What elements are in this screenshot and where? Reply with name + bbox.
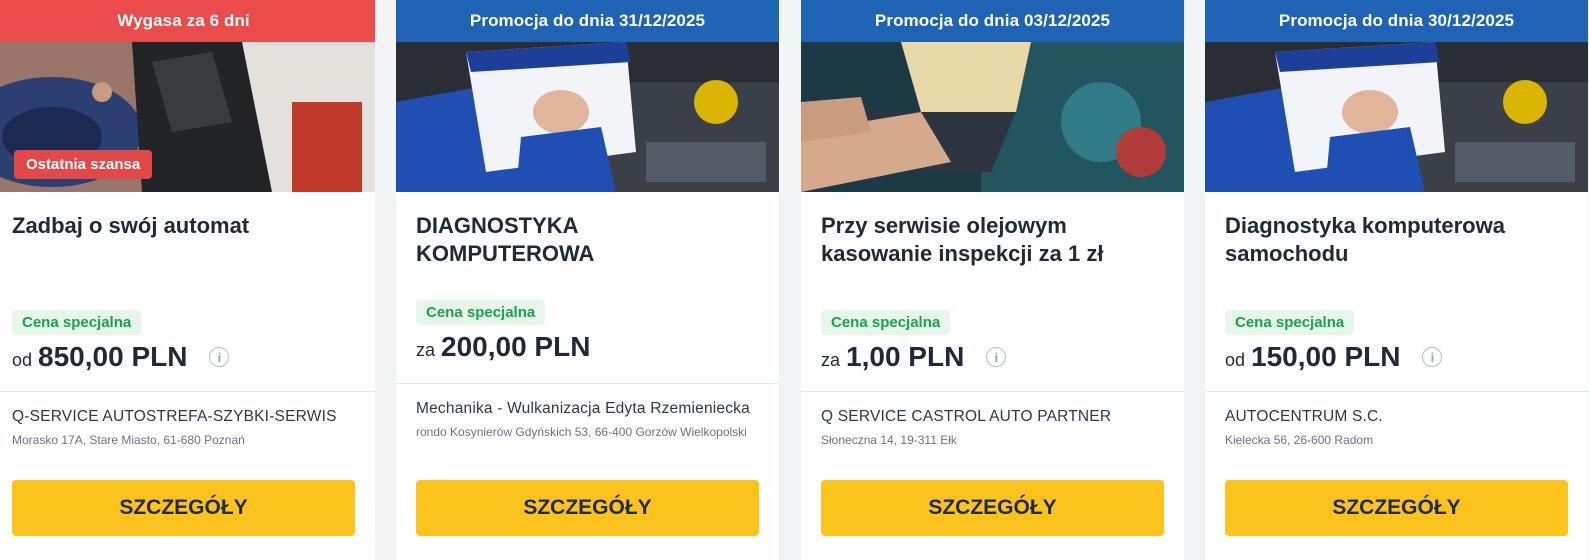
price-amount: 850,00 PLN (38, 341, 188, 372)
special-price-badge: Cena specjalna (1225, 310, 1355, 335)
price-prefix: od (1225, 350, 1246, 370)
offer-photo (801, 42, 1184, 192)
offer-price: za 1,00 PLN i (801, 335, 1184, 373)
special-price-badge: Cena specjalna (12, 310, 142, 335)
info-icon[interactable]: i (209, 347, 230, 367)
special-price-badge: Cena specjalna (416, 300, 546, 325)
shop-address: rondo Kosynierów Gdyńskich 53, 66-400 Go… (416, 425, 747, 439)
info-icon[interactable]: i (986, 347, 1007, 367)
price-prefix: od (12, 350, 33, 370)
offer-price: za 200,00 PLN (396, 325, 779, 363)
offer-card[interactable]: Promocja do dnia 30/12/2025 Diagnostyka … (1205, 0, 1588, 560)
details-button[interactable]: SZCZEGÓŁY (416, 480, 759, 536)
price-amount: 150,00 PLN (1251, 341, 1401, 372)
shop-info: Q-SERVICE AUTOSTREFA-SZYBKI-SERWIS Moras… (0, 408, 375, 448)
divider (1205, 391, 1588, 392)
offer-price: od 150,00 PLN i (1205, 335, 1588, 373)
shop-name[interactable]: Mechanika - Wulkanizacja Edyta Rzemienie… (416, 400, 759, 418)
offer-card[interactable]: Promocja do dnia 31/12/2025 DIAGNOSTYKA … (396, 0, 779, 560)
special-price-badge: Cena specjalna (821, 310, 951, 335)
price-amount: 1,00 PLN (846, 341, 965, 372)
promo-banner: Promocja do dnia 30/12/2025 (1205, 0, 1588, 42)
shop-address: Słoneczna 14, 19-311 Ełk (821, 433, 957, 447)
promo-banner: Promocja do dnia 03/12/2025 (801, 0, 1184, 42)
offer-price: od 850,00 PLN i (0, 335, 375, 373)
shop-name[interactable]: AUTOCENTRUM S.C. (1225, 408, 1568, 426)
price-prefix: za (821, 350, 841, 370)
divider (396, 383, 779, 384)
price-prefix: za (416, 340, 436, 360)
offer-title[interactable]: Przy serwisie olejowym kasowanie inspekc… (801, 192, 1184, 310)
shop-info: AUTOCENTRUM S.C. Kielecka 56, 26-600 Rad… (1205, 408, 1588, 448)
offer-card[interactable]: Promocja do dnia 03/12/2025 Przy serwisi… (801, 0, 1184, 560)
shop-info: Mechanika - Wulkanizacja Edyta Rzemienie… (396, 400, 779, 440)
details-button[interactable]: SZCZEGÓŁY (1225, 480, 1568, 536)
offer-title[interactable]: Diagnostyka komputerowa samochodu (1205, 192, 1588, 310)
details-button[interactable]: SZCZEGÓŁY (821, 480, 1164, 536)
offer-photo (1205, 42, 1588, 192)
shop-name[interactable]: Q SERVICE CASTROL AUTO PARTNER (821, 408, 1164, 426)
price-amount: 200,00 PLN (441, 331, 591, 362)
offer-photo: Ostatnia szansa (0, 42, 375, 192)
offer-photo (396, 42, 779, 192)
divider (801, 391, 1184, 392)
last-chance-label: Ostatnia szansa (14, 150, 153, 179)
divider (0, 391, 375, 392)
shop-name[interactable]: Q-SERVICE AUTOSTREFA-SZYBKI-SERWIS (12, 408, 355, 426)
offer-title[interactable]: Zadbaj o swój automat (0, 192, 375, 310)
offer-title[interactable]: DIAGNOSTYKA KOMPUTEROWA (396, 192, 779, 300)
info-icon[interactable]: i (1422, 347, 1443, 367)
shop-info: Q SERVICE CASTROL AUTO PARTNER Słoneczna… (801, 408, 1184, 448)
offers-carousel: Wygasa za 6 dni Ostatnia szansa Zadbaj o… (0, 0, 1589, 560)
shop-address: Kielecka 56, 26-600 Radom (1225, 433, 1374, 447)
details-button[interactable]: SZCZEGÓŁY (12, 480, 355, 536)
offer-card[interactable]: Wygasa za 6 dni Ostatnia szansa Zadbaj o… (0, 0, 375, 560)
expiry-banner: Wygasa za 6 dni (0, 0, 375, 42)
promo-banner: Promocja do dnia 31/12/2025 (396, 0, 779, 42)
shop-address: Morasko 17A, Stare Miasto, 61-680 Poznań (12, 433, 245, 447)
